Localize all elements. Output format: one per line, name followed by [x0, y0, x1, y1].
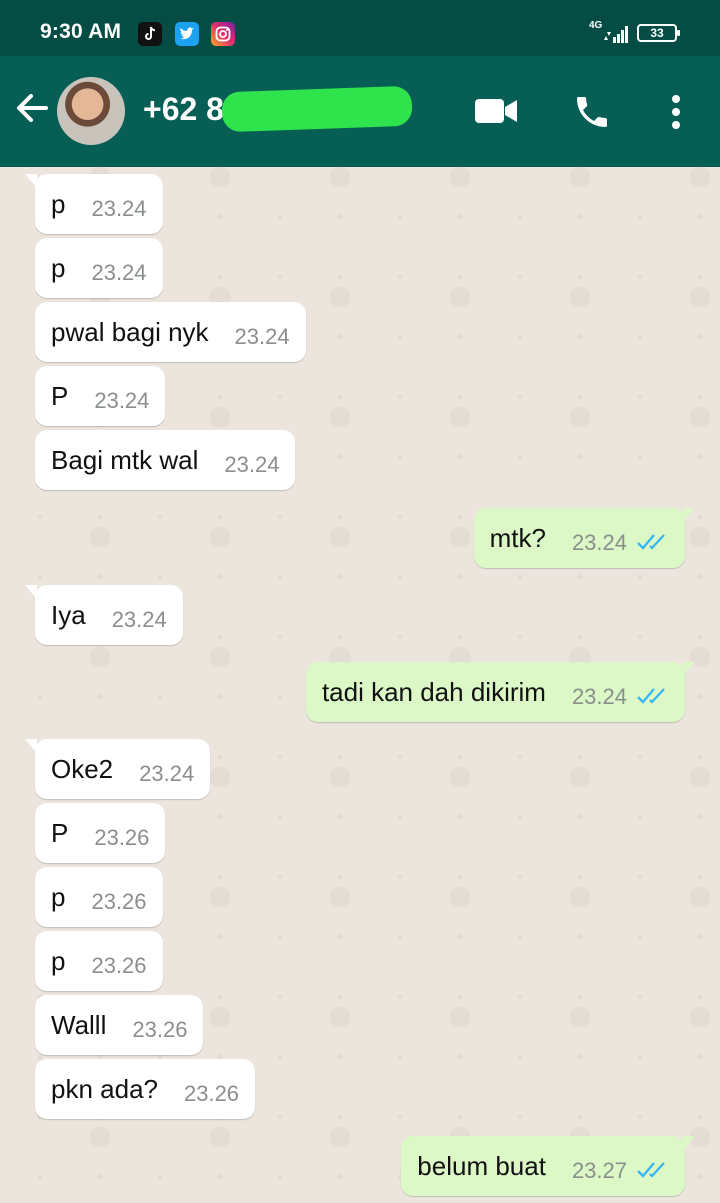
message-in[interactable]: P 23.24 [35, 366, 166, 426]
battery-icon: 33 [637, 24, 680, 42]
message-time: 23.24 [94, 388, 150, 413]
message-time: 23.26 [183, 1081, 240, 1106]
message-text: p [51, 945, 66, 976]
contact-avatar[interactable] [57, 77, 125, 145]
message-text: Walll [51, 1009, 107, 1040]
message-time: 23.24 [234, 324, 290, 349]
message-time: 23.26 [91, 889, 147, 914]
message-time: 23.24 [111, 607, 167, 632]
more-options-icon[interactable] [666, 94, 686, 130]
message-in[interactable]: p 23.26 [35, 867, 163, 927]
message-text: p [51, 188, 66, 219]
instagram-icon [211, 22, 235, 46]
message-out[interactable]: mtk? 23.24 [473, 508, 696, 568]
back-arrow-icon[interactable] [14, 90, 50, 126]
message-text: Bagi mtk wal [51, 444, 199, 475]
message-time: 23.27 [571, 1158, 627, 1183]
message-text: tadi kan dah dikirim [321, 676, 546, 707]
message-text: pwal bagi nyk [51, 316, 209, 347]
message-in[interactable]: p 23.26 [35, 931, 163, 991]
message-in[interactable]: p 23.24 [25, 174, 163, 234]
message-time: 23.24 [139, 761, 195, 786]
message-time: 23.26 [94, 825, 150, 850]
message-in[interactable]: Walll 23.26 [35, 995, 204, 1055]
message-in[interactable]: Iya 23.24 [25, 585, 183, 645]
message-time: 23.24 [91, 196, 147, 221]
tiktok-icon [138, 22, 162, 46]
twitter-icon [175, 22, 199, 46]
signal-icon [604, 26, 628, 43]
message-list[interactable]: p 23.24 p 23.24 pwal bagi nyk 23.24 P 23… [0, 167, 720, 1203]
message-text: Oke2 [51, 753, 114, 784]
message-text: Iya [51, 599, 86, 630]
network-type: 4G [589, 20, 603, 31]
voice-call-icon[interactable] [572, 92, 612, 132]
read-receipt-icon [637, 688, 665, 704]
status-time: 9:30 AM [40, 20, 122, 43]
video-call-icon[interactable] [474, 97, 518, 125]
chat-header: +62 8 [0, 56, 720, 167]
message-time: 23.24 [91, 260, 147, 285]
message-in[interactable]: pwal bagi nyk 23.24 [35, 302, 306, 362]
message-time: 23.26 [91, 953, 147, 978]
message-time: 23.24 [571, 684, 627, 709]
message-out[interactable]: belum buat 23.27 [401, 1136, 695, 1196]
message-text: p [51, 881, 66, 912]
redaction-scribble [221, 85, 413, 133]
message-in[interactable]: pkn ada? 23.26 [35, 1059, 256, 1119]
message-in[interactable]: p 23.24 [35, 238, 163, 298]
message-text: mtk? [489, 522, 546, 553]
message-text: belum buat [417, 1150, 546, 1181]
read-receipt-icon [637, 1162, 665, 1178]
message-text: pkn ada? [51, 1073, 158, 1104]
message-time: 23.24 [571, 530, 627, 555]
message-text: p [51, 252, 66, 283]
message-text: P [51, 817, 69, 848]
message-out[interactable]: tadi kan dah dikirim 23.24 [305, 662, 696, 722]
message-in[interactable]: Bagi mtk wal 23.24 [35, 430, 296, 490]
read-receipt-icon [637, 534, 665, 550]
message-in[interactable]: P 23.26 [35, 803, 166, 863]
message-in[interactable]: Oke2 23.24 [24, 739, 211, 799]
message-time: 23.26 [132, 1017, 188, 1042]
message-time: 23.24 [224, 452, 280, 477]
status-bar: 9:30 AM 4G 33 [0, 0, 720, 56]
message-text: P [51, 380, 69, 411]
